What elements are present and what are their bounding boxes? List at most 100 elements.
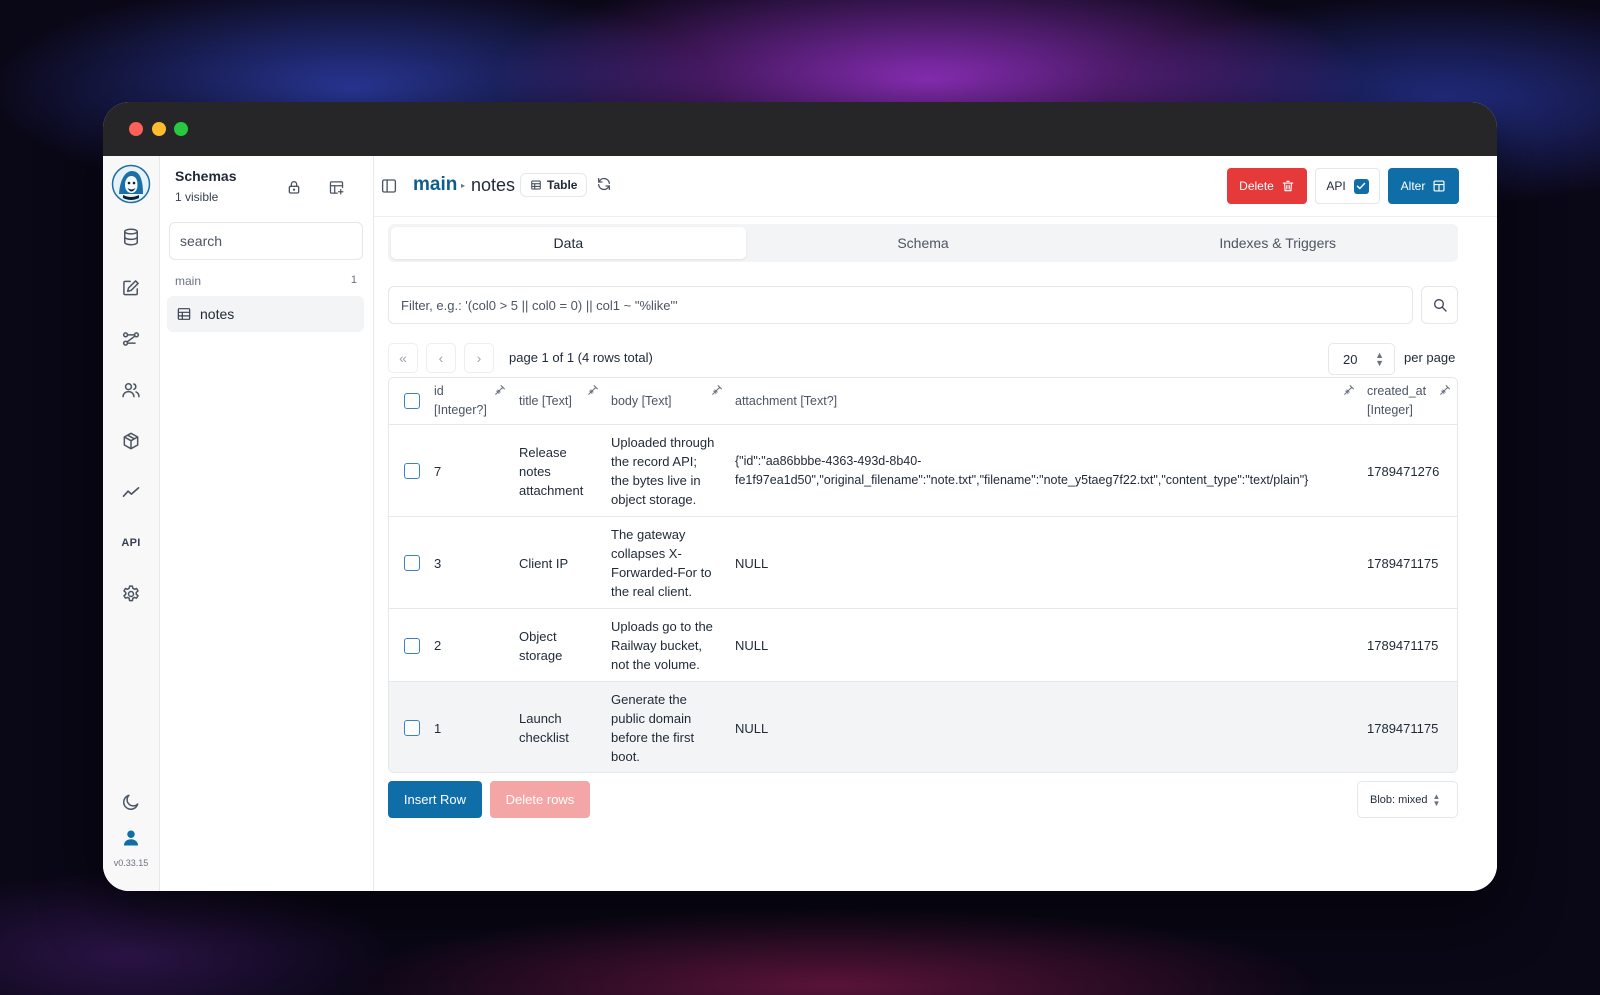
delete-rows-button[interactable]: Delete rows: [490, 781, 590, 818]
data-table: id [Integer?] title [Text] body [Text] a…: [388, 377, 1458, 773]
cell-line: not the volume.: [611, 657, 700, 672]
sidebar-item-notes[interactable]: notes: [167, 296, 364, 332]
cell-title[interactable]: Launch checklist: [519, 709, 569, 747]
api-toggle-button[interactable]: API: [1315, 168, 1380, 204]
cell-title[interactable]: Object storage: [519, 627, 562, 665]
cell-body[interactable]: Uploaded through the record API; the bytes…: [611, 433, 714, 509]
per-page-label: per page: [1404, 350, 1456, 365]
app-logo[interactable]: [111, 164, 151, 204]
cell-line: Uploaded through: [611, 435, 715, 450]
settings-gear-icon[interactable]: [119, 582, 143, 606]
cell-title[interactable]: Release notes attachment: [519, 443, 583, 500]
cell-created-at[interactable]: 1789471175: [1367, 554, 1438, 573]
schema-search-input[interactable]: [169, 222, 363, 260]
toggle-sidebar-icon[interactable]: [380, 177, 400, 197]
blob-mode-select[interactable]: Blob: mixed ▲ ▼: [1357, 781, 1458, 818]
add-table-icon[interactable]: [325, 176, 347, 198]
first-page-icon[interactable]: «: [388, 343, 418, 373]
cell-line: boot.: [611, 749, 640, 764]
breadcrumb-schema[interactable]: main: [413, 174, 457, 196]
minimize-window-button[interactable]: [152, 122, 166, 136]
cell-id[interactable]: 1: [434, 719, 441, 738]
dark-mode-moon-icon[interactable]: [119, 790, 143, 814]
close-window-button[interactable]: [129, 122, 143, 136]
edit-icon[interactable]: [119, 276, 143, 300]
table-row[interactable]: 1 Launch checklist Generate the public domai…: [389, 682, 1457, 772]
tab-data[interactable]: Data: [391, 227, 746, 259]
cell-line: Forwarded-For to: [611, 565, 712, 580]
select-all-checkbox[interactable]: [404, 393, 420, 409]
pin-column-title-icon[interactable]: [586, 384, 599, 397]
cell-line: the record API;: [611, 454, 697, 469]
cell-line: public domain: [611, 711, 692, 726]
api-icon[interactable]: API: [119, 531, 143, 555]
tab-schema[interactable]: Schema: [746, 227, 1101, 259]
table-row[interactable]: 2 Object storage Uploads go to the Railway b…: [389, 609, 1457, 682]
pin-column-attachment-icon[interactable]: [1342, 384, 1355, 397]
cell-body[interactable]: Uploads go to the Railway bucket, not the …: [611, 617, 713, 674]
analytics-icon[interactable]: [119, 480, 143, 504]
cell-id[interactable]: 3: [434, 554, 441, 573]
database-icon[interactable]: [119, 225, 143, 249]
cell-line: Railway bucket,: [611, 638, 703, 653]
pagination-info: page 1 of 1 (4 rows total): [509, 350, 653, 365]
pin-column-body-icon[interactable]: [710, 384, 723, 397]
row-select-checkbox[interactable]: [404, 463, 420, 479]
row-select-checkbox[interactable]: [404, 720, 420, 736]
user-account-icon[interactable]: [119, 826, 143, 850]
insert-row-button[interactable]: Insert Row: [388, 781, 482, 818]
column-header-title[interactable]: title [Text]: [519, 392, 572, 411]
cell-created-at[interactable]: 1789471276: [1367, 462, 1439, 481]
next-page-icon[interactable]: ›: [464, 343, 494, 373]
breadcrumb-table: notes: [471, 175, 516, 195]
sidebar-subtitle: 1 visible: [175, 190, 219, 204]
tab-indexes-triggers[interactable]: Indexes & Triggers: [1100, 227, 1455, 259]
cell-id[interactable]: 7: [434, 462, 441, 481]
table-row[interactable]: 7 Release notes attachment Uploaded through t…: [389, 425, 1457, 517]
api-toggle-label: API: [1326, 179, 1346, 193]
row-select-checkbox[interactable]: [404, 637, 420, 654]
version-label: v0.33.15: [113, 858, 149, 868]
cell-line: fe1f97ea1d50","original_filename":"note.…: [735, 473, 1309, 487]
row-select-checkbox[interactable]: [404, 555, 420, 571]
cell-title[interactable]: Client IP: [519, 554, 568, 573]
table-row[interactable]: 3 Client IP The gateway collapses X- Forward…: [389, 517, 1457, 609]
cell-attachment[interactable]: NULL: [735, 719, 768, 738]
package-icon[interactable]: [119, 429, 143, 453]
top-bar: main ▸ notes Table Delete API Alter: [374, 156, 1497, 217]
cell-line: {"id":"aa86bbbe-4363-493d-8b40-: [735, 454, 922, 468]
table-icon: [176, 306, 192, 322]
cell-line: notes: [519, 463, 551, 479]
cell-created-at[interactable]: 1789471175: [1367, 719, 1438, 738]
pin-column-created-at-icon[interactable]: [1438, 384, 1451, 397]
column-header-attachment[interactable]: attachment [Text?]: [735, 392, 837, 411]
search-icon[interactable]: [1421, 286, 1458, 324]
cell-attachment[interactable]: NULL: [735, 554, 768, 573]
table-type-label: Table: [547, 178, 578, 192]
pin-column-id-icon[interactable]: [493, 384, 506, 397]
cell-attachment[interactable]: {"id":"aa86bbbe-4363-493d-8b40- fe1f97ea1…: [735, 452, 1308, 490]
column-header-created-at[interactable]: created_at: [1367, 382, 1426, 401]
table-edit-icon: [1433, 180, 1445, 192]
per-page-select[interactable]: 20 ▲ ▼: [1328, 343, 1395, 375]
lock-icon[interactable]: [283, 176, 305, 198]
alter-table-button[interactable]: Alter: [1388, 168, 1459, 204]
checkbox-checked-icon[interactable]: [1353, 178, 1369, 194]
filter-input[interactable]: [388, 286, 1413, 324]
cell-attachment[interactable]: NULL: [735, 636, 768, 655]
window-titlebar: [103, 102, 1497, 156]
cell-body[interactable]: Generate the public domain before the firs…: [611, 690, 694, 766]
column-header-body[interactable]: body [Text]: [611, 392, 671, 411]
diagram-icon[interactable]: [119, 327, 143, 351]
maximize-window-button[interactable]: [174, 122, 188, 136]
previous-page-icon[interactable]: ‹: [426, 343, 456, 373]
delete-table-button[interactable]: Delete: [1227, 168, 1307, 204]
refresh-icon[interactable]: [596, 176, 616, 196]
column-header-id[interactable]: id: [434, 382, 444, 401]
cell-line: NULL: [735, 555, 769, 571]
users-icon[interactable]: [119, 378, 143, 402]
cell-id[interactable]: 2: [434, 636, 441, 655]
cell-body[interactable]: The gateway collapses X- Forwarded-For to t…: [611, 525, 711, 601]
cell-created-at[interactable]: 1789471175: [1367, 636, 1438, 655]
cell-line: checklist: [519, 730, 569, 745]
